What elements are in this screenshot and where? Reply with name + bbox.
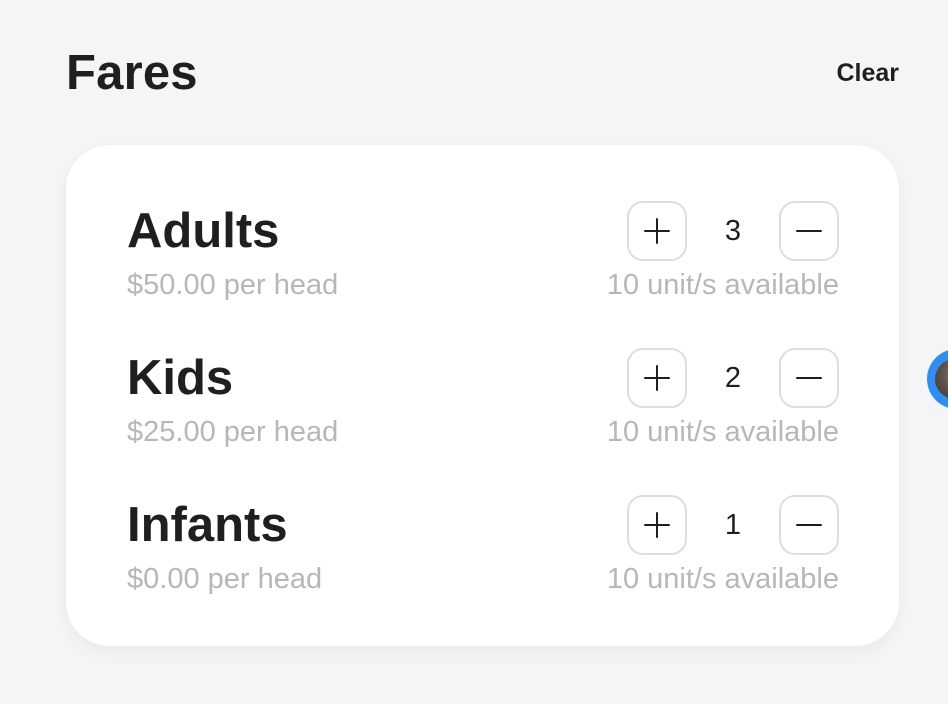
quantity-value: 2 — [724, 362, 742, 394]
quantity-stepper: 1 — [627, 495, 839, 557]
fare-price: $50.00 per head — [127, 269, 339, 301]
increment-button[interactable] — [627, 201, 687, 261]
fare-name: Infants — [127, 498, 288, 552]
minus-icon — [796, 365, 822, 391]
fare-row-infants: Infants $0.00 per head 1 10 unit/s avail… — [127, 495, 839, 605]
quantity-stepper: 3 — [627, 201, 839, 263]
decrement-button[interactable] — [779, 495, 839, 555]
clear-button[interactable]: Clear — [836, 58, 899, 88]
fares-card: Adults $50.00 per head 3 10 unit/s avail… — [66, 145, 899, 646]
decrement-button[interactable] — [779, 201, 839, 261]
fare-availability: 10 unit/s available — [606, 269, 839, 301]
fare-row-adults: Adults $50.00 per head 3 10 unit/s avail… — [127, 201, 839, 311]
page-title: Fares — [66, 46, 198, 100]
quantity-value: 3 — [724, 215, 742, 247]
chat-avatar-icon — [935, 359, 948, 399]
plus-icon — [644, 365, 670, 391]
quantity-stepper: 2 — [627, 348, 839, 410]
plus-icon — [644, 512, 670, 538]
decrement-button[interactable] — [779, 348, 839, 408]
fare-availability: 10 unit/s available — [606, 416, 839, 448]
minus-icon — [796, 218, 822, 244]
fare-availability: 10 unit/s available — [606, 563, 839, 595]
quantity-value: 1 — [724, 509, 742, 541]
fare-price: $0.00 per head — [127, 563, 323, 595]
fare-name: Adults — [127, 204, 280, 258]
fare-row-kids: Kids $25.00 per head 2 10 unit/s availab… — [127, 348, 839, 458]
minus-icon — [796, 512, 822, 538]
plus-icon — [644, 218, 670, 244]
increment-button[interactable] — [627, 495, 687, 555]
fare-name: Kids — [127, 351, 234, 405]
fares-page: Fares Clear Adults $50.00 per head 3 10 … — [0, 0, 948, 704]
chat-launcher-button[interactable] — [927, 349, 948, 409]
fare-price: $25.00 per head — [127, 416, 339, 448]
increment-button[interactable] — [627, 348, 687, 408]
